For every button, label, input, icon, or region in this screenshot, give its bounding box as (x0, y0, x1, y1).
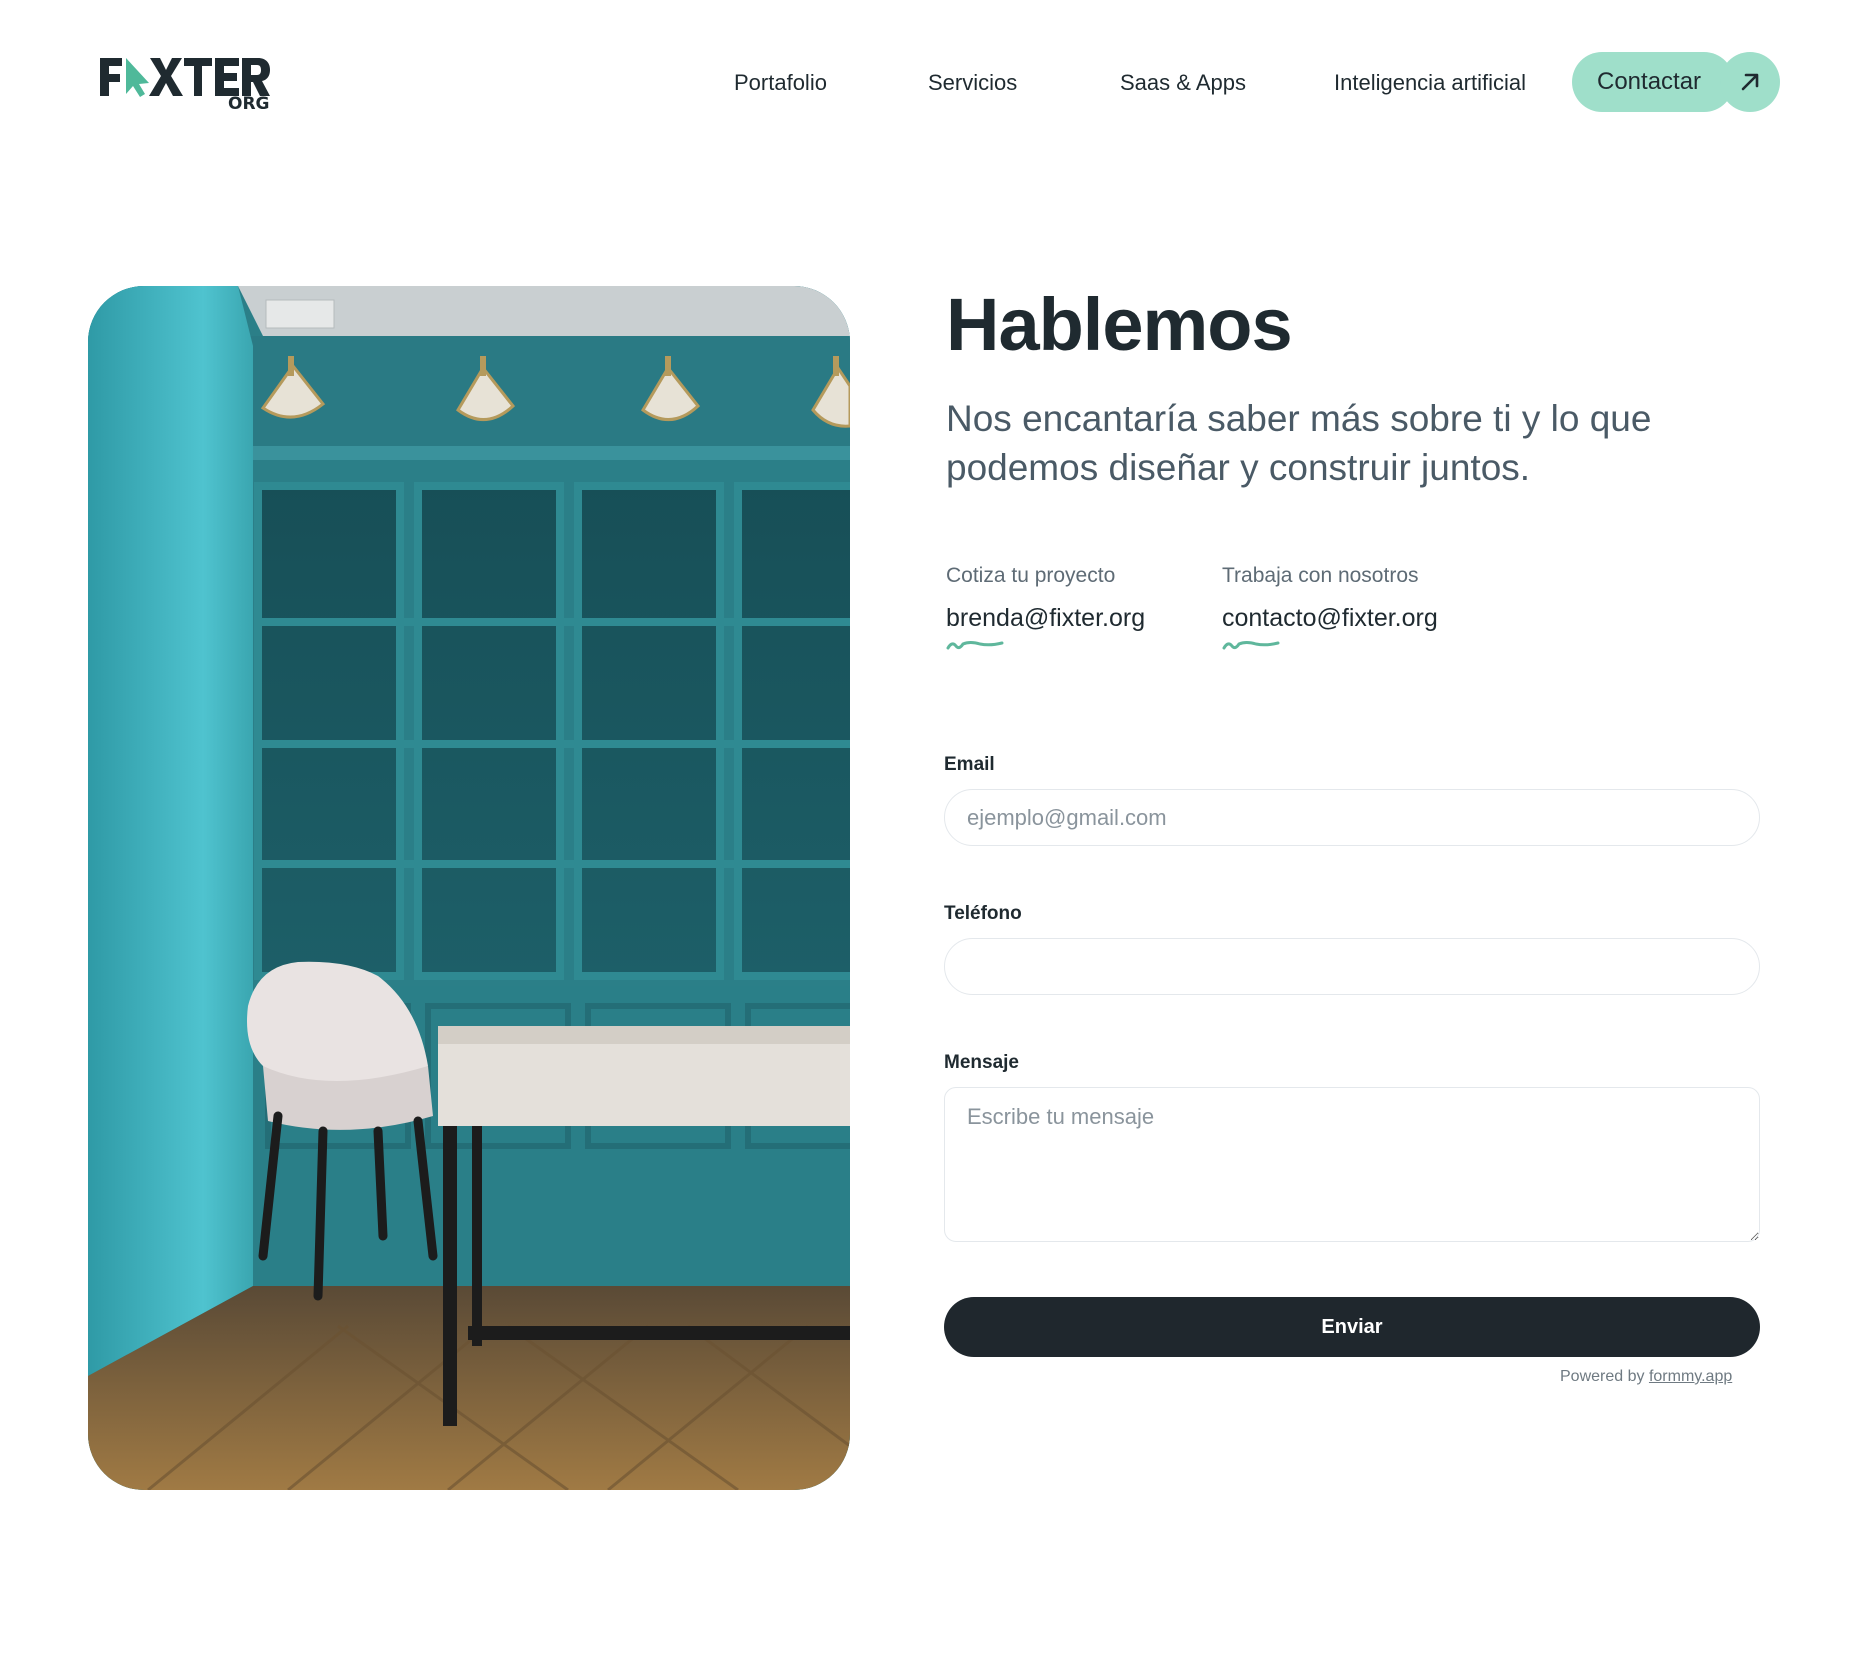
powered-by: Powered by formmy.app (1560, 1368, 1732, 1386)
contact-jobs-email[interactable]: contacto@fixter.org (1222, 604, 1438, 633)
contact-jobs: Trabaja con nosotros contacto@fixter.org (1222, 564, 1438, 651)
nav-link-portafolio[interactable]: Portafolio (734, 70, 827, 96)
nav-link-saas-apps[interactable]: Saas & Apps (1120, 70, 1246, 96)
message-field[interactable] (944, 1087, 1760, 1242)
contact-quote: Cotiza tu proyecto brenda@fixter.org (946, 564, 1145, 651)
squiggle-underline-icon (1222, 641, 1280, 650)
powered-by-prefix: Powered by (1560, 1368, 1645, 1385)
fixter-logo[interactable]: ORG (98, 54, 270, 114)
page-subtitle: Nos encantaría saber más sobre ti y lo q… (946, 398, 1652, 488)
contactar-button[interactable]: Contactar (1572, 52, 1780, 112)
email-field[interactable] (944, 789, 1760, 846)
contact-quote-label: Cotiza tu proyecto (946, 564, 1116, 587)
email-label: Email (944, 754, 995, 775)
hero-photo (88, 286, 850, 1490)
nav-link-inteligencia-artificial[interactable]: Inteligencia artificial (1334, 70, 1526, 96)
contact-quote-email[interactable]: brenda@fixter.org (946, 604, 1145, 633)
phone-label: Teléfono (944, 903, 1022, 924)
squiggle-underline-icon (946, 641, 1004, 650)
logo-suffix: ORG (228, 94, 270, 114)
nav-link-servicios[interactable]: Servicios (928, 70, 1017, 96)
phone-field[interactable] (944, 938, 1760, 995)
message-label: Mensaje (944, 1052, 1019, 1073)
contact-jobs-label: Trabaja con nosotros (1222, 564, 1419, 587)
page-title: Hablemos (946, 283, 1293, 366)
contactar-pill[interactable]: Contactar (1572, 52, 1734, 112)
powered-by-link[interactable]: formmy.app (1649, 1368, 1732, 1385)
contactar-label: Contactar (1597, 68, 1702, 95)
submit-button[interactable]: Enviar (944, 1297, 1760, 1357)
arrow-up-right-icon[interactable] (1720, 52, 1780, 112)
